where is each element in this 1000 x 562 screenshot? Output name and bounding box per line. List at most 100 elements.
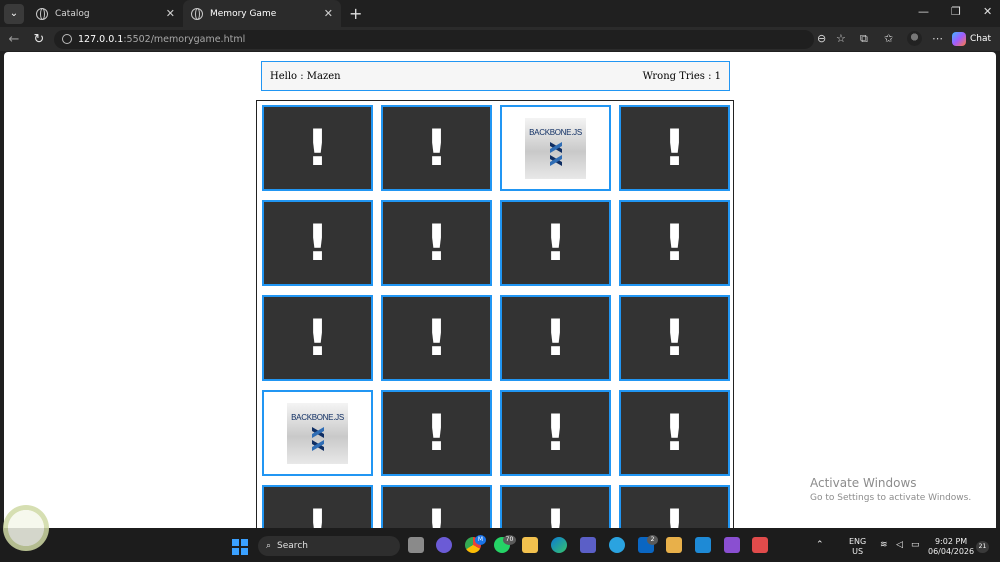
search-icon: ⌕	[266, 541, 272, 551]
exclamation-icon: !	[425, 119, 448, 177]
back-arrow-icon[interactable]: ←	[3, 32, 25, 47]
tab-memory-game[interactable]: Memory Game ✕	[183, 0, 341, 27]
wifi-icon[interactable]: ≋	[880, 540, 888, 550]
clock-date: 06/04/2026	[928, 547, 975, 556]
exclamation-icon: !	[544, 499, 567, 528]
favorites-icon[interactable]: ✩	[884, 32, 893, 45]
reload-icon[interactable]: ↻	[28, 32, 50, 47]
close-tab-icon[interactable]: ✕	[166, 7, 175, 20]
extensions-icon[interactable]: ⧉	[860, 32, 868, 46]
memory-card[interactable]: !	[262, 295, 373, 381]
exclamation-icon: !	[544, 404, 567, 462]
search-label: Search	[277, 541, 308, 551]
minimize-button[interactable]: —	[918, 5, 929, 18]
watermark-title: Activate Windows	[810, 476, 917, 490]
exclamation-icon: !	[306, 119, 329, 177]
memory-card[interactable]: !	[500, 200, 611, 286]
tab-catalog[interactable]: Catalog ✕	[28, 0, 183, 27]
exclamation-icon: !	[306, 499, 329, 528]
memory-card[interactable]: !	[381, 105, 492, 191]
widgets-icon[interactable]	[3, 505, 49, 551]
language-indicator[interactable]: ENG US	[849, 537, 866, 557]
copilot-icon	[952, 31, 966, 46]
url-host: 127.0.0.1	[78, 33, 124, 45]
browser-toolbar: ← ↻ 127.0.0.1 :5502/memorygame.html	[0, 27, 1000, 51]
paint-app-icon[interactable]	[666, 537, 682, 553]
battery-icon[interactable]: ▭	[911, 540, 920, 550]
telegram-icon[interactable]	[609, 537, 625, 553]
chat-app-icon[interactable]	[436, 537, 452, 553]
globe-icon	[36, 7, 48, 20]
exclamation-icon: !	[663, 404, 686, 462]
linkedin-badge: 2	[647, 535, 658, 545]
start-windows-icon[interactable]	[232, 539, 248, 555]
chrome-badge: M	[475, 535, 486, 545]
memory-card-flipped[interactable]: BACKBONE.JS	[500, 105, 611, 191]
taskbar-search[interactable]: ⌕ Search	[258, 536, 400, 556]
exclamation-icon: !	[306, 309, 329, 367]
watermark-subtitle: Go to Settings to activate Windows.	[810, 493, 972, 503]
exclamation-icon: !	[425, 499, 448, 528]
backbone-mark-icon	[311, 426, 324, 451]
more-menu-icon[interactable]: ⋯	[932, 32, 943, 45]
address-bar[interactable]: 127.0.0.1 :5502/memorygame.html	[54, 29, 814, 49]
memory-card[interactable]: !	[381, 485, 492, 528]
backbone-logo: BACKBONE.JS	[525, 117, 586, 179]
teams-icon[interactable]	[580, 537, 596, 553]
file-explorer-icon[interactable]	[522, 537, 538, 553]
close-window-button[interactable]: ✕	[983, 5, 992, 18]
profile-avatar[interactable]	[907, 31, 922, 46]
memory-card[interactable]: !	[500, 295, 611, 381]
backbone-logo: BACKBONE.JS	[287, 402, 348, 464]
memory-card[interactable]: !	[262, 200, 373, 286]
favorite-star-icon[interactable]: ☆	[836, 32, 846, 45]
exclamation-icon: !	[425, 214, 448, 272]
clock[interactable]: 9:02 PM 06/04/2026	[928, 537, 974, 557]
backbone-mark-icon	[549, 141, 562, 166]
memory-card[interactable]: !	[381, 295, 492, 381]
language-code: ENG	[849, 537, 867, 546]
vscode-icon[interactable]	[695, 537, 711, 553]
memory-card[interactable]: !	[500, 485, 611, 528]
exclamation-icon: !	[663, 499, 686, 528]
memory-card[interactable]: !	[262, 485, 373, 528]
memory-card[interactable]: !	[262, 105, 373, 191]
memory-card[interactable]: !	[381, 390, 492, 476]
player-greeting: Hello : Mazen	[270, 70, 341, 82]
memory-card[interactable]: !	[619, 485, 730, 528]
memory-game-board: !! BACKBONE.JS!!!!!!!!! BACKBONE.JS!!!!!!!	[256, 100, 734, 528]
site-info-icon[interactable]	[62, 34, 72, 44]
tab-title: Memory Game	[210, 8, 277, 19]
notification-count[interactable]: 21	[976, 541, 989, 553]
backbone-logo-text: BACKBONE.JS	[529, 127, 582, 137]
zoom-icon[interactable]: ⊖	[817, 32, 826, 45]
memory-card[interactable]: !	[619, 200, 730, 286]
exclamation-icon: !	[663, 309, 686, 367]
wrong-tries-counter: Wrong Tries : 1	[642, 70, 721, 82]
memory-card[interactable]: !	[619, 390, 730, 476]
memory-card[interactable]: !	[619, 295, 730, 381]
tab-actions-menu-icon[interactable]: ⌄	[4, 3, 24, 24]
memory-card[interactable]: !	[500, 390, 611, 476]
volume-icon[interactable]: ◁	[896, 540, 903, 550]
tray-overflow-icon[interactable]: ⌃	[816, 540, 824, 550]
url-path: :5502/memorygame.html	[123, 33, 246, 45]
globe-icon	[191, 7, 203, 20]
memory-card[interactable]: !	[619, 105, 730, 191]
restore-button[interactable]: ❐	[951, 5, 961, 18]
exclamation-icon: !	[425, 404, 448, 462]
exclamation-icon: !	[425, 309, 448, 367]
todo-app-icon[interactable]	[752, 537, 768, 553]
edge-icon[interactable]	[551, 537, 567, 553]
page-viewport: Hello : Mazen Wrong Tries : 1 !! BACKBONE…	[4, 52, 996, 528]
close-tab-icon[interactable]: ✕	[324, 7, 333, 20]
exclamation-icon: !	[663, 214, 686, 272]
backbone-logo-text: BACKBONE.JS	[291, 412, 344, 422]
task-view-icon[interactable]	[408, 537, 424, 553]
copilot-chat-button[interactable]: Chat	[952, 30, 991, 47]
new-tab-button[interactable]: +	[349, 4, 362, 23]
memory-card[interactable]: !	[381, 200, 492, 286]
memory-card-flipped[interactable]: BACKBONE.JS	[262, 390, 373, 476]
tab-strip: ⌄ Catalog ✕ Memory Game ✕ +	[0, 0, 1000, 27]
visual-studio-icon[interactable]	[724, 537, 740, 553]
